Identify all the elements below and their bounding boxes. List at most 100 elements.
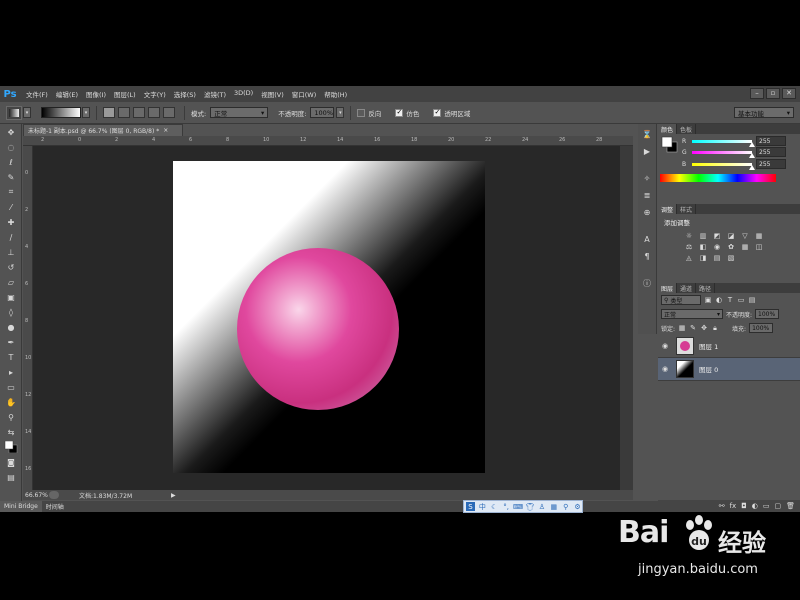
tab-color[interactable]: 颜色 bbox=[658, 124, 678, 134]
diamond-gradient-button[interactable] bbox=[163, 107, 175, 118]
menu-edit[interactable]: 编辑(E) bbox=[56, 89, 78, 99]
black-white-icon[interactable]: ◧ bbox=[698, 242, 708, 251]
transparency-option[interactable]: ✓ 透明区域 bbox=[433, 108, 474, 118]
levels-icon[interactable]: ▥ bbox=[698, 231, 708, 240]
eye-icon[interactable]: ◉ bbox=[658, 365, 672, 373]
paragraph-panel-icon[interactable]: ¶ bbox=[640, 250, 654, 263]
trash-icon[interactable]: 🗑︎ bbox=[786, 502, 795, 510]
menu-select[interactable]: 选择(S) bbox=[174, 89, 196, 99]
color-balance-icon[interactable]: ⚖ bbox=[684, 242, 694, 251]
menu-help[interactable]: 帮助(H) bbox=[324, 89, 347, 99]
swap-colors-icon[interactable]: ⇆ bbox=[2, 425, 20, 439]
quick-select-tool-icon[interactable]: ✎ bbox=[2, 170, 20, 184]
type-filter-icon[interactable]: T bbox=[726, 296, 734, 304]
actions-panel-icon[interactable]: ▶ bbox=[640, 145, 654, 158]
skin-icon[interactable]: 👕︎ bbox=[526, 502, 535, 511]
adjustment-layer-icon[interactable]: ◐ bbox=[752, 502, 758, 510]
moon-icon[interactable]: ☾ bbox=[490, 502, 499, 511]
menu-3d[interactable]: 3D(D) bbox=[234, 89, 253, 99]
layer-filter-select[interactable]: ⚲ 类型 bbox=[661, 295, 701, 305]
vibrance-icon[interactable]: ▽ bbox=[740, 231, 750, 240]
opacity-input[interactable]: 100% bbox=[310, 107, 335, 118]
blue-value[interactable]: 255 bbox=[756, 159, 786, 169]
keyboard-icon[interactable]: ⌨ bbox=[513, 502, 523, 511]
group-icon[interactable]: ▭ bbox=[763, 502, 770, 510]
shape-tool-icon[interactable]: ▭ bbox=[2, 380, 20, 394]
layer-row[interactable]: ◉ 图层 1 bbox=[658, 335, 800, 358]
channel-mixer-icon[interactable]: ✿ bbox=[726, 242, 736, 251]
hand-tool-icon[interactable]: ✋ bbox=[2, 395, 20, 409]
menu-type[interactable]: 文字(Y) bbox=[144, 89, 166, 99]
close-tab-icon[interactable]: × bbox=[163, 127, 168, 134]
tool-presets-icon[interactable]: ✧ bbox=[640, 172, 654, 185]
dither-checkbox[interactable]: ✓ bbox=[395, 108, 404, 117]
tab-paths[interactable]: 路径 bbox=[696, 283, 716, 293]
reverse-option[interactable]: 反向 bbox=[357, 108, 385, 118]
tab-channels[interactable]: 通道 bbox=[677, 283, 697, 293]
document-tab[interactable]: 未标题-1 副本.psd @ 66.7% (图层 0, RGB/8) * × bbox=[23, 124, 183, 136]
blue-slider[interactable] bbox=[692, 162, 755, 170]
info-panel-icon[interactable]: ⓘ bbox=[640, 277, 654, 290]
hue-saturation-icon[interactable]: ▦ bbox=[754, 231, 764, 240]
workspace-select[interactable]: 基本功能 ▾ bbox=[734, 107, 794, 118]
color-spectrum-bar[interactable] bbox=[660, 174, 776, 182]
tab-swatches[interactable]: 色板 bbox=[677, 124, 697, 134]
tab-styles[interactable]: 样式 bbox=[677, 204, 697, 214]
history-panel-icon[interactable]: ⌛ bbox=[640, 128, 654, 141]
blue-thumb[interactable] bbox=[749, 164, 755, 170]
quick-mask-icon[interactable]: ◙ bbox=[2, 455, 20, 469]
blur-tool-icon[interactable]: ◊ bbox=[2, 305, 20, 319]
blend-mode-select[interactable]: 正常 ▾ bbox=[661, 309, 723, 319]
smart-object-filter-icon[interactable]: ▤ bbox=[748, 296, 756, 304]
gear-icon[interactable]: ⚙ bbox=[573, 502, 582, 511]
user-icon[interactable]: ♙ bbox=[537, 502, 546, 511]
red-slider[interactable] bbox=[692, 139, 755, 147]
transparency-checkbox[interactable]: ✓ bbox=[433, 108, 442, 117]
photo-filter-icon[interactable]: ◉ bbox=[712, 242, 722, 251]
eyedropper-tool-icon[interactable]: ⁄ bbox=[2, 200, 20, 214]
fg-bg-color-icon[interactable] bbox=[661, 136, 679, 154]
clone-source-icon[interactable]: ⊕ bbox=[640, 206, 654, 219]
new-layer-icon[interactable]: ▢ bbox=[774, 502, 781, 510]
restore-button[interactable]: ▫ bbox=[766, 88, 780, 99]
tab-adjustments[interactable]: 调整 bbox=[658, 204, 678, 214]
clone-stamp-tool-icon[interactable]: ⊥ bbox=[2, 245, 20, 259]
tab-layers[interactable]: 图层 bbox=[658, 283, 678, 293]
selective-color-icon[interactable]: ▧ bbox=[726, 253, 736, 262]
layer-name[interactable]: 图层 1 bbox=[699, 341, 718, 351]
green-thumb[interactable] bbox=[749, 152, 755, 158]
linear-gradient-button[interactable] bbox=[103, 107, 115, 118]
dither-option[interactable]: ✓ 仿色 bbox=[395, 108, 423, 118]
posterize-icon[interactable]: ◬ bbox=[684, 253, 694, 262]
curves-icon[interactable]: ◩ bbox=[712, 231, 722, 240]
gradient-preview[interactable] bbox=[41, 107, 81, 118]
link-icon[interactable]: ⚯ bbox=[719, 502, 725, 510]
reverse-checkbox[interactable] bbox=[357, 108, 366, 117]
menu-view[interactable]: 视图(V) bbox=[261, 89, 284, 99]
color-lookup-icon[interactable]: ▦ bbox=[740, 242, 750, 251]
grid-icon[interactable]: ▦ bbox=[549, 502, 558, 511]
dodge-tool-icon[interactable]: ● bbox=[2, 320, 20, 334]
gradient-dropdown[interactable]: ▾ bbox=[82, 107, 90, 118]
path-select-tool-icon[interactable]: ▸ bbox=[2, 365, 20, 379]
invert-icon[interactable]: ◫ bbox=[754, 242, 764, 251]
threshold-icon[interactable]: ◨ bbox=[698, 253, 708, 262]
lock-all-icon[interactable]: 🔒︎ bbox=[711, 324, 719, 332]
eye-icon[interactable]: ◉ bbox=[658, 342, 672, 350]
zoom-tool-icon[interactable]: ⚲ bbox=[2, 410, 20, 424]
lock-position-icon[interactable]: ✥ bbox=[700, 324, 708, 332]
crop-tool-icon[interactable]: ⌗ bbox=[2, 185, 20, 199]
layer-opacity-input[interactable]: 100% bbox=[755, 309, 780, 319]
red-value[interactable]: 255 bbox=[756, 136, 786, 146]
adjustment-filter-icon[interactable]: ◐ bbox=[715, 296, 723, 304]
document-canvas[interactable] bbox=[173, 161, 485, 473]
red-thumb[interactable] bbox=[749, 141, 755, 147]
pen-tool-icon[interactable]: ✒ bbox=[2, 335, 20, 349]
lasso-tool-icon[interactable]: ℓ bbox=[2, 155, 20, 169]
healing-brush-tool-icon[interactable]: ✚ bbox=[2, 215, 20, 229]
mode-select[interactable]: 正常 ▾ bbox=[210, 107, 269, 118]
menu-image[interactable]: 图像(I) bbox=[86, 89, 106, 99]
reflected-gradient-button[interactable] bbox=[148, 107, 160, 118]
menu-file[interactable]: 文件(F) bbox=[26, 89, 48, 99]
lock-transparency-icon[interactable]: ▦ bbox=[678, 324, 686, 332]
